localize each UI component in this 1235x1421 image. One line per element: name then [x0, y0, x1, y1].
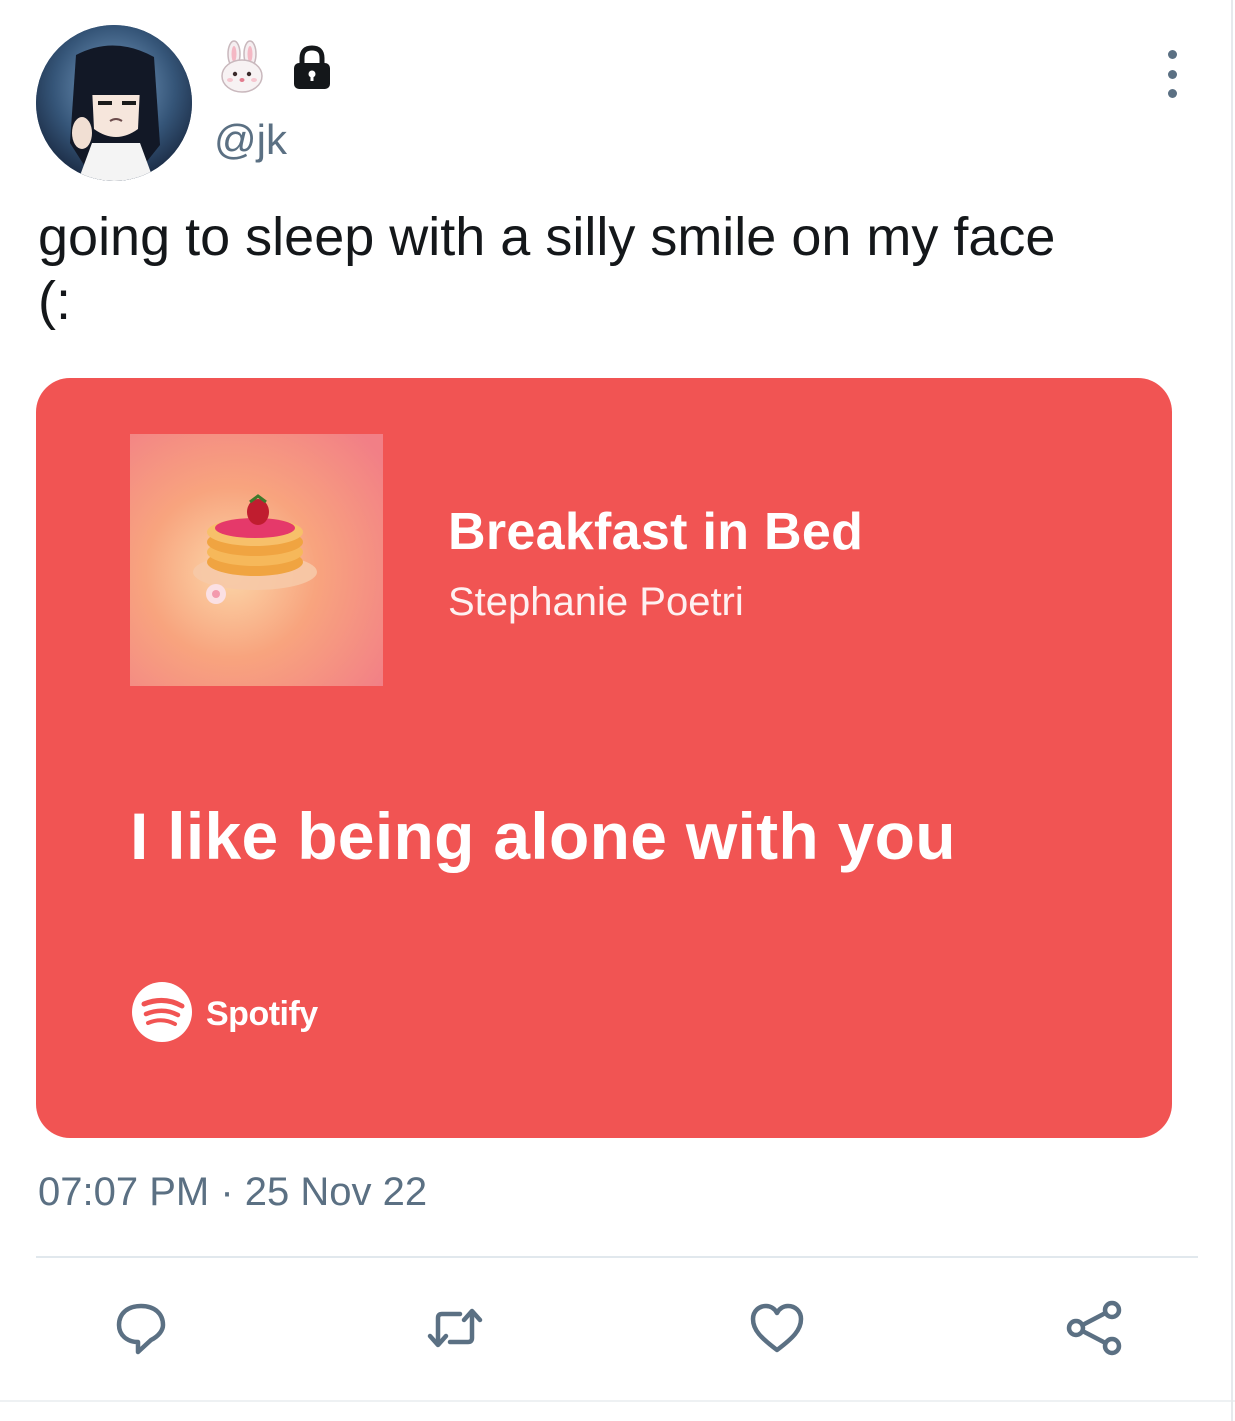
- track-artist: Stephanie Poetri: [448, 580, 744, 624]
- tweet-timestamp[interactable]: 07:07 PM · 25 Nov 22: [38, 1170, 427, 1215]
- retweet-button[interactable]: [420, 1290, 490, 1370]
- author-name-row[interactable]: [214, 38, 340, 98]
- share-button[interactable]: [1060, 1290, 1130, 1370]
- spotify-logo-icon: [130, 980, 194, 1049]
- avatar[interactable]: [36, 25, 192, 181]
- album-art: [130, 434, 383, 686]
- like-button[interactable]: [742, 1290, 812, 1370]
- more-dot-icon: [1167, 69, 1177, 79]
- track-title: Breakfast in Bed: [448, 503, 864, 561]
- spotify-brand: Spotify: [130, 980, 318, 1049]
- bottom-divider: [0, 1400, 1235, 1402]
- action-bar: [0, 1290, 1235, 1370]
- more-dot-icon: [1167, 50, 1177, 59]
- retweet-icon: [420, 1298, 490, 1363]
- share-icon: [1062, 1295, 1128, 1366]
- more-dot-icon: [1167, 89, 1177, 98]
- tweet: @jk going to sleep with a silly smile on…: [0, 0, 1235, 1421]
- edge-divider: [1231, 0, 1233, 1421]
- rabbit-face-icon: [214, 40, 270, 96]
- reply-icon: [111, 1298, 171, 1363]
- spotify-lyric-card[interactable]: Breakfast in Bed Stephanie Poetri I like…: [36, 378, 1172, 1138]
- author-handle[interactable]: @jk: [214, 116, 287, 164]
- divider: [36, 1256, 1198, 1258]
- lock-icon: [284, 40, 340, 96]
- lyric-text: I like being alone with you: [130, 799, 956, 873]
- reply-button[interactable]: [106, 1290, 176, 1370]
- spotify-wordmark: Spotify: [206, 994, 318, 1033]
- like-icon: [747, 1298, 807, 1363]
- more-options-button[interactable]: [1152, 50, 1192, 98]
- tweet-text: going to sleep with a silly smile on my …: [38, 207, 1056, 331]
